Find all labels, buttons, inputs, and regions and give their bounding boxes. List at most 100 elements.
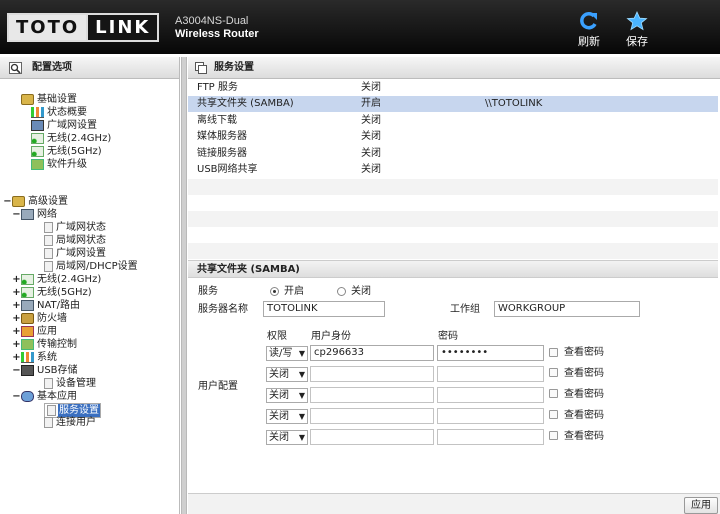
dropdown-arrow-icon: ▼ [298,349,305,358]
apply-button[interactable]: 应用 [684,497,718,514]
show-password-checkbox[interactable] [549,431,558,440]
tree-lan-status[interactable]: 局域网状态 [44,234,107,247]
dropdown-arrow-icon: ▼ [298,412,305,421]
tree-status-overview[interactable]: 状态概要 [31,106,88,119]
service-name: 共享文件夹 (SAMBA) [197,98,294,109]
tree-label: 网络 [37,209,57,220]
tree-qos[interactable]: + 传输控制 [12,338,78,351]
tree-wan-status[interactable]: 广域网状态 [44,221,107,234]
tree-wan-config[interactable]: 广域网设置 [44,247,107,260]
collapse-icon[interactable]: − [3,195,12,208]
permission-select[interactable]: 关闭 ▼ [266,409,308,424]
tree-label: 无线(2.4GHz) [37,274,102,285]
tree-label: 传输控制 [37,339,77,350]
password-input[interactable] [437,387,544,403]
expand-icon[interactable]: + [12,273,21,286]
collapse-icon[interactable]: − [12,364,21,377]
tree-advanced-settings[interactable]: − 高级设置 [3,195,69,208]
refresh-button[interactable]: 刷新 [572,11,606,49]
empty-row [188,227,718,243]
model-number: A3004NS-Dual [175,15,249,27]
collapse-icon[interactable]: − [12,208,21,221]
tree-nat-routing[interactable]: + NAT/路由 [12,299,81,312]
expand-icon[interactable]: + [12,325,21,338]
tree-label: 软件升级 [47,159,87,170]
user-config-label: 用户配置 [198,381,238,392]
system-icon [21,352,34,363]
basic-apps-icon [21,391,34,402]
username-input[interactable] [310,387,434,403]
tree-firmware-upgrade[interactable]: 软件升级 [31,158,88,171]
show-password-checkbox[interactable] [549,410,558,419]
tree-wifi-24[interactable]: 无线(2.4GHz) [31,132,112,145]
collapse-icon[interactable]: − [12,390,21,403]
gear-folder-icon [12,196,25,207]
tree-system[interactable]: + 系统 [12,351,58,364]
service-on-radio[interactable] [270,287,279,296]
tree-label: 基本应用 [37,391,77,402]
bottom-action-bar: 应用 [188,493,720,514]
permission-select[interactable]: 读/写 ▼ [266,346,308,361]
config-options-panel: 配置选项 基础设置 状态概要 广域网设置 无线(2.4GHz) 无线(5GHz)… [0,57,180,514]
service-row-ftp[interactable]: FTP 服务 关闭 [188,80,718,96]
service-row-offline-download[interactable]: 离线下载 关闭 [188,113,718,129]
tree-network[interactable]: − 网络 [12,208,58,221]
username-input[interactable] [310,366,434,382]
password-input[interactable] [437,408,544,424]
username-input[interactable] [310,408,434,424]
dropdown-arrow-icon: ▼ [298,433,305,442]
service-extra: \\TOTOLINK [485,98,543,109]
tree-connected-users[interactable]: 连接用户 [44,416,97,429]
service-name: USB网络共享 [197,164,258,175]
server-name-label: 服务器名称 [198,304,248,315]
save-button[interactable]: 保存 [620,11,654,49]
service-name: 媒体服务器 [197,131,247,142]
expand-icon[interactable]: + [12,299,21,312]
tree-firewall[interactable]: + 防火墙 [12,312,68,325]
service-settings-header: 服务设置 [188,57,720,79]
workgroup-input[interactable]: WORKGROUP [494,301,640,317]
tree-adv-wifi-5[interactable]: + 无线(5GHz) [12,286,93,299]
tree-wan-settings[interactable]: 广域网设置 [31,119,98,132]
workgroup-label: 工作组 [450,304,480,315]
tree-usb-storage[interactable]: − USB存储 [12,364,79,377]
tree-basic-settings[interactable]: 基础设置 [12,93,78,106]
tree-label: 高级设置 [28,196,68,207]
app-header: TOTO LINK A3004NS-Dual Wireless Router 刷… [0,0,720,54]
password-input[interactable] [437,429,544,445]
permission-select[interactable]: 关闭 ▼ [266,388,308,403]
tree-wifi-5[interactable]: 无线(5GHz) [31,145,103,158]
service-status: 关闭 [361,131,381,142]
service-off-radio[interactable] [337,287,346,296]
password-input[interactable]: •••••••• [437,345,544,361]
tree-basic-apps[interactable]: − 基本应用 [12,390,78,403]
service-settings-title: 服务设置 [214,62,254,73]
expand-icon[interactable]: + [12,338,21,351]
service-row-usb-sharing[interactable]: USB网络共享 关闭 [188,162,718,178]
tree-applications[interactable]: + 应用 [12,325,58,338]
permission-select[interactable]: 关闭 ▼ [266,430,308,445]
panel-splitter[interactable] [181,57,187,514]
tree-adv-wifi-24[interactable]: + 无线(2.4GHz) [12,273,102,286]
star-icon [626,11,648,31]
username-input[interactable]: cp296633 [310,345,434,361]
window-icon [195,62,207,74]
router-icon [21,300,34,311]
tree-device-management[interactable]: 设备管理 [44,377,97,390]
expand-icon[interactable]: + [12,312,21,325]
server-name-input[interactable]: TOTOLINK [263,301,385,317]
service-row-link-server[interactable]: 链接服务器 关闭 [188,146,718,162]
password-input[interactable] [437,366,544,382]
service-row-samba[interactable]: 共享文件夹 (SAMBA) 开启 \\TOTOLINK [188,96,718,112]
show-password-checkbox[interactable] [549,348,558,357]
service-row-media-server[interactable]: 媒体服务器 关闭 [188,129,718,145]
permission-select[interactable]: 关闭 ▼ [266,367,308,382]
show-password-checkbox[interactable] [549,368,558,377]
username-input[interactable] [310,429,434,445]
expand-icon[interactable]: + [12,286,21,299]
tree-lan-dhcp[interactable]: 局域网/DHCP设置 [44,260,139,273]
show-password-checkbox[interactable] [549,389,558,398]
empty-row [188,179,718,195]
app-icon [21,326,34,337]
expand-icon[interactable]: + [12,351,21,364]
